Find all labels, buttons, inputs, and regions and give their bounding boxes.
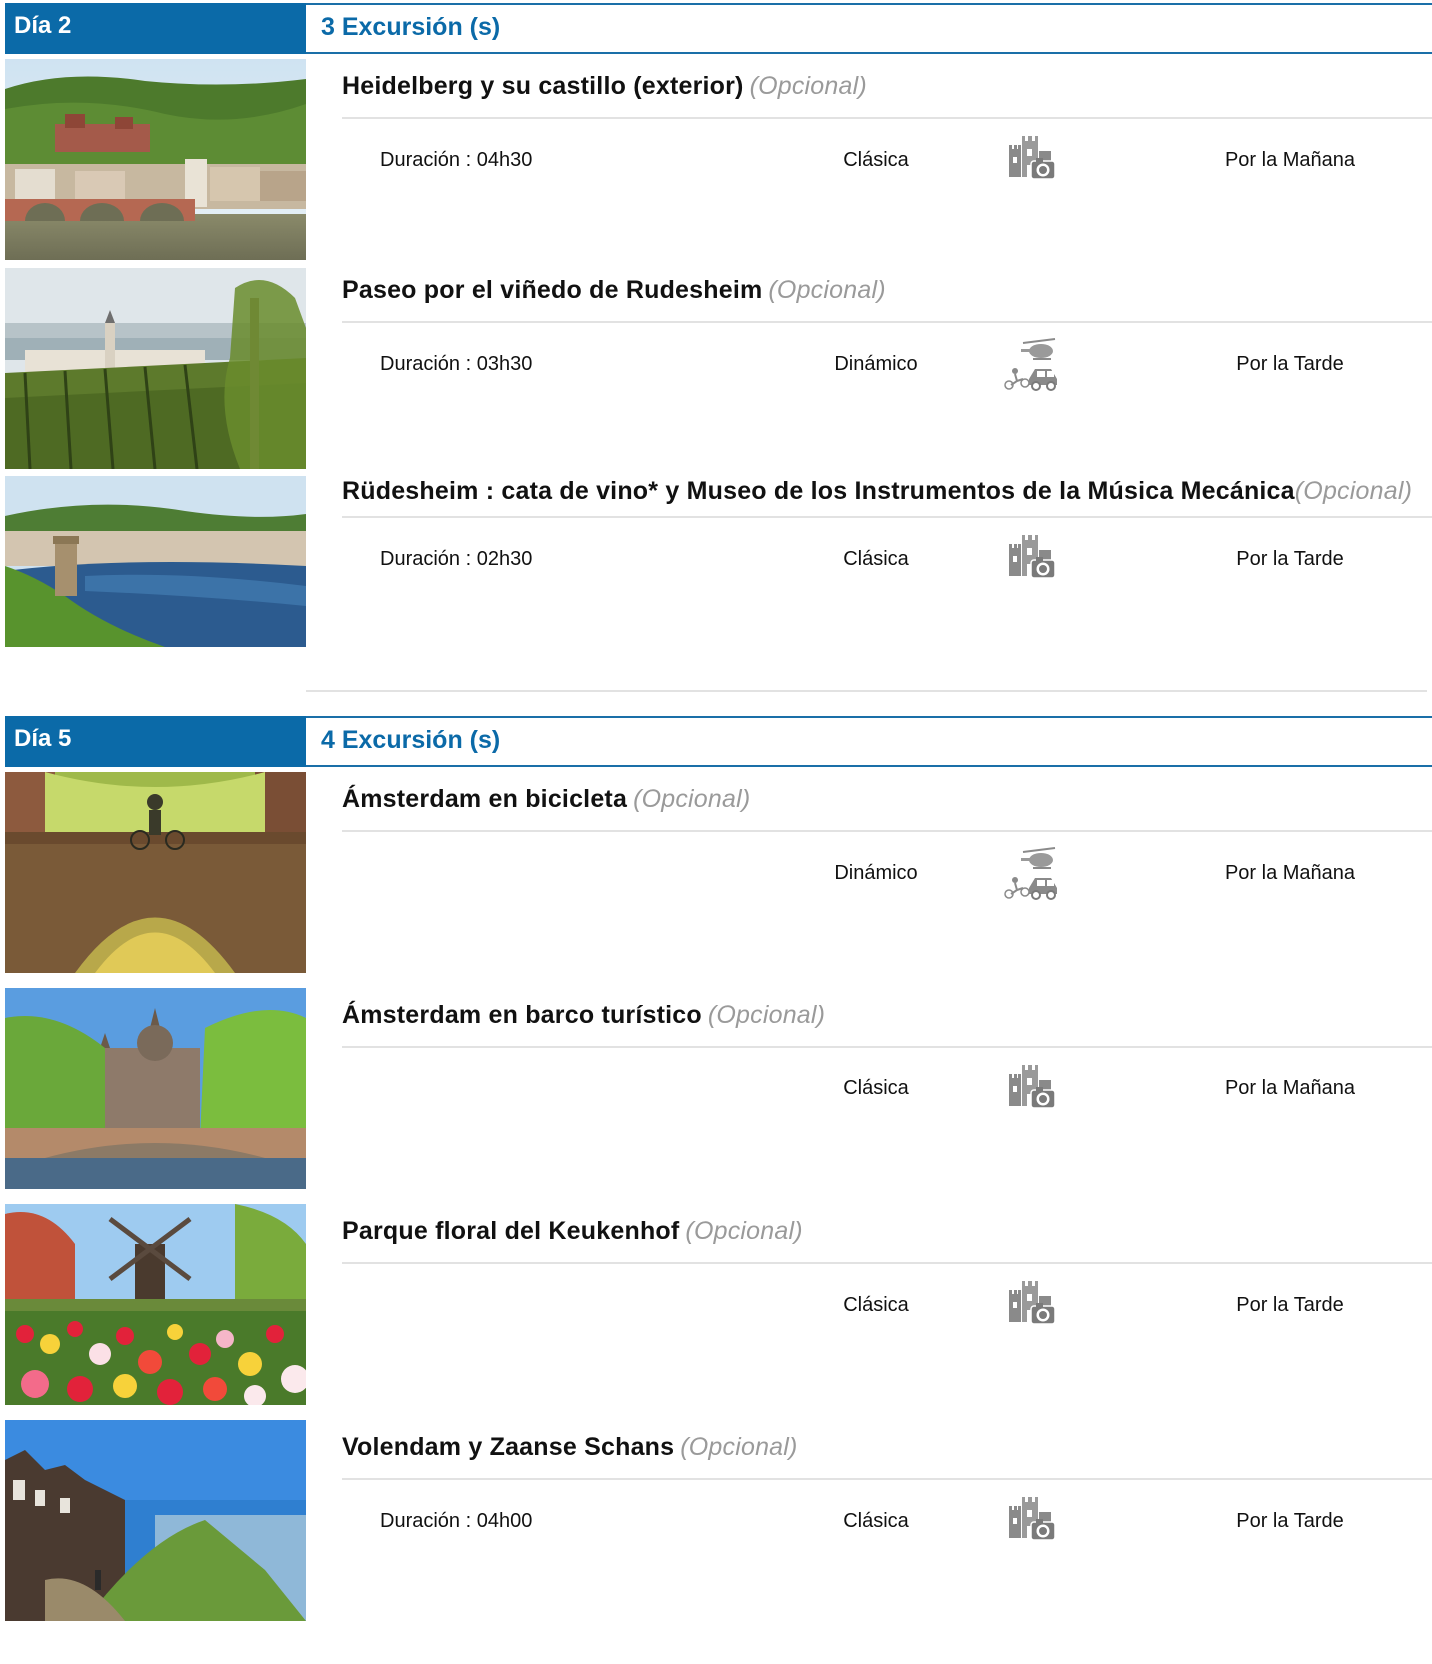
castle-camera-icon — [1003, 530, 1061, 588]
excursion-details: Ámsterdam en barco turístico (Opcional) C… — [306, 983, 1432, 1199]
excursion-type: Clásica — [843, 1510, 909, 1532]
excursion-title-text: Volendam y Zaanse Schans — [342, 1433, 675, 1461]
time-of-day: Por la Mañana — [1224, 149, 1356, 171]
excursion-details: Volendam y Zaanse Schans (Opcional) Durac… — [306, 1415, 1432, 1631]
amsterdam-church-canal-photo[interactable] — [5, 988, 306, 1189]
excursion-details: Rüdesheim : cata de vino* y Museo de los… — [306, 462, 1432, 690]
excursion-title[interactable]: Ámsterdam en barco turístico (Opcional) — [342, 983, 1432, 1048]
excursion-type: Clásica — [843, 1294, 909, 1316]
time-of-day: Por la Tarde — [1236, 1294, 1344, 1316]
castle-camera-icon — [1003, 1060, 1061, 1118]
excursion-item[interactable]: Parque floral del Keukenhof (Opcional) Cl… — [5, 1199, 1432, 1415]
excursion-item[interactable]: Ámsterdam en bicicleta (Opcional) Dinámic… — [5, 767, 1432, 983]
excursion-type: Dinámico — [834, 862, 918, 884]
excursion-details: Parque floral del Keukenhof (Opcional) Cl… — [306, 1199, 1432, 1415]
excursion-title-text: Ámsterdam en bicicleta — [342, 785, 628, 813]
excursion-title-text: Parque floral del Keukenhof — [342, 1217, 680, 1245]
duration: Duración : 04h00 — [380, 1510, 533, 1532]
volendam-waterfront-photo[interactable] — [5, 1420, 306, 1621]
day-header: Día 2 3 Excursión (s) — [5, 3, 1432, 54]
excursions-page: Día 2 3 Excursión (s) Heidelberg y su ca… — [0, 3, 1432, 1664]
duration: Duración : 03h30 — [380, 353, 533, 375]
day-block: Día 2 3 Excursión (s) Heidelberg y su ca… — [5, 3, 1432, 690]
optional-tag: (Opcional) — [749, 72, 867, 100]
duration: Duración : 04h30 — [380, 149, 533, 171]
day-block: Día 5 4 Excursión (s) Ámsterdam en bicic… — [5, 716, 1432, 1631]
day-header: Día 5 4 Excursión (s) — [5, 716, 1432, 767]
castle-camera-icon — [1003, 1276, 1061, 1334]
optional-tag: (Opcional) — [1294, 477, 1413, 505]
excursion-meta: Clásica — [342, 1264, 1432, 1354]
excursion-type: Clásica — [843, 1077, 909, 1099]
optional-tag: (Opcional) — [707, 1001, 826, 1029]
amsterdam-bridge-cyclist-photo[interactable] — [5, 772, 306, 973]
excursion-item[interactable]: Paseo por el viñedo de Rudesheim (Opciona… — [5, 258, 1432, 469]
rhine-river-tower-photo[interactable] — [5, 476, 306, 647]
excursion-title-text: Rüdesheim : cata de vino* y Museo de los… — [342, 477, 1295, 505]
excursion-count: 4 Excursión (s) — [306, 716, 1432, 767]
excursion-meta: Duración : 03h30 Dinámico Por la Tarde — [342, 323, 1432, 413]
optional-tag: (Opcional) — [685, 1217, 803, 1245]
optional-tag: (Opcional) — [768, 276, 886, 304]
excursion-item[interactable]: Ámsterdam en barco turístico (Opcional) C… — [5, 983, 1432, 1199]
excursion-title[interactable]: Rüdesheim : cata de vino* y Museo de los… — [342, 462, 1432, 518]
excursion-type: Dinámico — [834, 353, 918, 375]
excursion-details: Ámsterdam en bicicleta (Opcional) Dinámic… — [306, 767, 1432, 983]
excursion-count: 3 Excursión (s) — [306, 3, 1432, 54]
excursion-meta: Clásica — [342, 1048, 1432, 1138]
time-of-day: Por la Tarde — [1236, 548, 1344, 570]
keukenhof-tulips-windmill-photo[interactable] — [5, 1204, 306, 1405]
excursion-title[interactable]: Paseo por el viñedo de Rudesheim (Opciona… — [342, 258, 1432, 323]
helicopter-car-bike-icon — [1003, 335, 1061, 393]
time-of-day: Por la Mañana — [1224, 862, 1356, 884]
excursion-title-text: Heidelberg y su castillo (exterior) — [342, 72, 744, 100]
excursion-title-text: Ámsterdam en barco turístico — [342, 1001, 702, 1029]
excursion-item[interactable]: Heidelberg y su castillo (exterior) (Opci… — [5, 54, 1432, 260]
optional-tag: (Opcional) — [680, 1433, 798, 1461]
duration: Duración : 02h30 — [380, 548, 533, 570]
day-separator — [306, 690, 1427, 692]
excursion-meta: Duración : 02h30 Clásica Por la Tarde — [342, 518, 1432, 608]
excursion-title[interactable]: Ámsterdam en bicicleta (Opcional) — [342, 767, 1432, 832]
excursion-meta: Duración : 04h30 Clásica Por la Mañana — [342, 119, 1432, 209]
castle-camera-icon — [1003, 1492, 1061, 1550]
excursion-type: Clásica — [843, 149, 909, 171]
time-of-day: Por la Tarde — [1236, 353, 1344, 375]
excursion-title[interactable]: Volendam y Zaanse Schans (Opcional) — [342, 1415, 1432, 1480]
excursion-details: Heidelberg y su castillo (exterior) (Opci… — [306, 54, 1432, 258]
castle-camera-icon — [1003, 131, 1061, 189]
helicopter-car-bike-icon — [1003, 844, 1061, 902]
day-label: Día 5 — [5, 716, 306, 767]
excursion-title[interactable]: Heidelberg y su castillo (exterior) (Opci… — [342, 54, 1432, 119]
day-label: Día 2 — [5, 3, 306, 54]
time-of-day: Por la Mañana — [1224, 1077, 1356, 1099]
excursion-type: Clásica — [843, 548, 909, 570]
excursion-meta: Dinámico Por la Mañana — [342, 832, 1432, 922]
optional-tag: (Opcional) — [633, 785, 751, 813]
excursion-title-text: Paseo por el viñedo de Rudesheim — [342, 276, 763, 304]
excursion-item[interactable]: Rüdesheim : cata de vino* y Museo de los… — [5, 462, 1432, 690]
rudesheim-vineyard-photo[interactable] — [5, 268, 306, 469]
excursion-item[interactable]: Volendam y Zaanse Schans (Opcional) Durac… — [5, 1415, 1432, 1631]
excursion-title[interactable]: Parque floral del Keukenhof (Opcional) — [342, 1199, 1432, 1264]
heidelberg-castle-bridge-photo[interactable] — [5, 59, 306, 260]
excursion-details: Paseo por el viñedo de Rudesheim (Opciona… — [306, 258, 1432, 462]
excursion-meta: Duración : 04h00 Clásica Por la Tarde — [342, 1480, 1432, 1570]
time-of-day: Por la Tarde — [1236, 1510, 1344, 1532]
